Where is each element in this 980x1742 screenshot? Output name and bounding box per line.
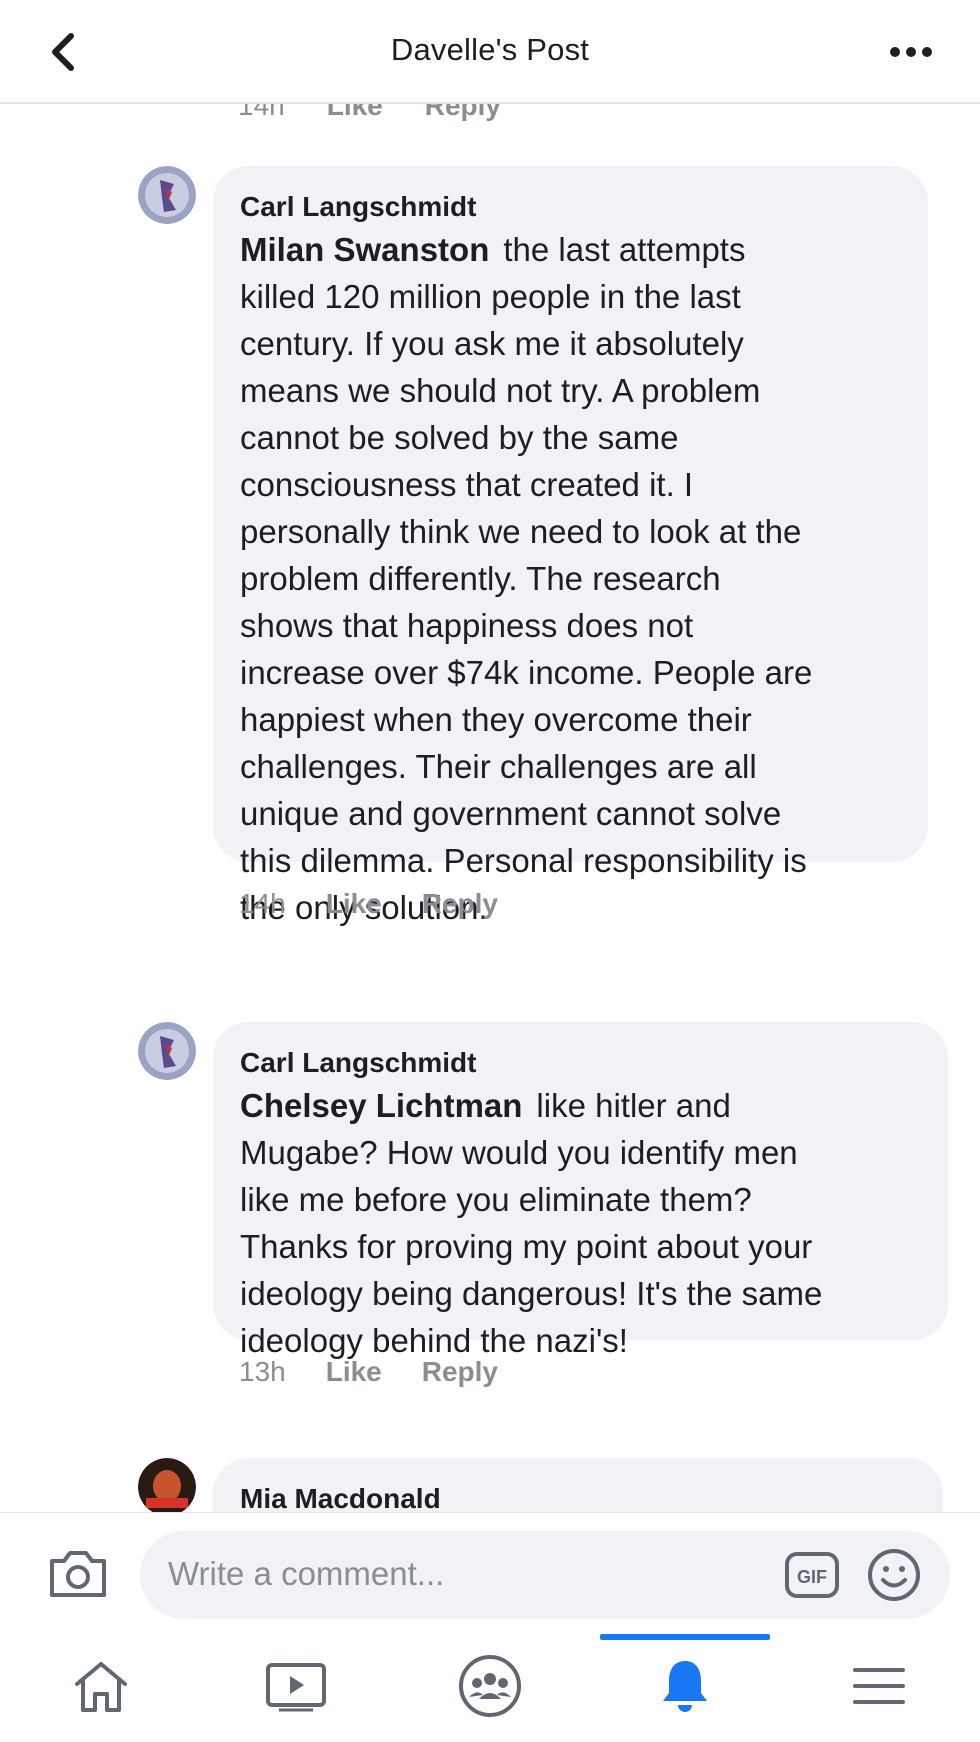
video-play-icon <box>266 1663 326 1712</box>
comment-time: 13h <box>239 1356 286 1387</box>
tab-menu[interactable] <box>794 1630 964 1742</box>
comment-time: 14h <box>239 888 286 919</box>
svg-text:GIF: GIF <box>797 1567 827 1587</box>
tab-groups[interactable] <box>405 1630 575 1742</box>
more-icon <box>890 47 932 57</box>
reply-button[interactable]: Reply <box>422 1356 498 1388</box>
top-bar: Davelle's Post <box>0 0 980 104</box>
reply-button[interactable]: Reply <box>422 888 498 920</box>
bell-icon <box>663 1661 707 1712</box>
comment-time: 14h <box>238 104 285 121</box>
comment-bubble[interactable]: Mia Macdonald <box>213 1458 943 1512</box>
comment-input-placeholder: Write a comment... <box>168 1555 445 1592</box>
avatar[interactable] <box>138 166 196 224</box>
comment-text: Milan Swanston the last attempts killed 1… <box>240 231 813 926</box>
comment-actions: 13h Like Reply <box>239 1356 498 1388</box>
comments-feed[interactable]: 14h Like Reply Carl Langschmidt Milan Sw… <box>0 104 980 1512</box>
camera-button[interactable] <box>46 1547 110 1601</box>
previous-comment-actions: 14h Like Reply <box>238 104 501 122</box>
like-button[interactable]: Like <box>326 888 382 920</box>
groups-icon <box>459 1655 521 1717</box>
mention-link[interactable]: Chelsey Lichtman <box>240 1087 522 1124</box>
comment-actions: 14h Like Reply <box>239 888 498 920</box>
mention-link[interactable]: Milan Swanston <box>240 231 489 268</box>
comment-text: Chelsey Lichtman like hitler and Mugabe? … <box>240 1087 823 1359</box>
reply-button[interactable]: Reply <box>425 104 501 122</box>
avatar[interactable] <box>138 1458 196 1512</box>
comment-input[interactable]: Write a comment... GIF <box>140 1531 950 1619</box>
camera-icon <box>50 1551 106 1597</box>
comment-bubble[interactable]: Carl Langschmidt Milan Swanston the last … <box>213 166 928 926</box>
tab-home[interactable] <box>16 1630 186 1742</box>
hamburger-menu-icon <box>853 1668 905 1704</box>
comment-bubble[interactable]: Carl Langschmidt Chelsey Lichtman like hi… <box>213 1022 948 1359</box>
page-title: Davelle's Post <box>390 32 590 67</box>
home-icon <box>75 1662 127 1712</box>
gif-button[interactable]: GIF <box>784 1551 840 1599</box>
gif-icon: GIF <box>785 1552 839 1598</box>
comment-composer: Write a comment... GIF <box>0 1512 980 1630</box>
tab-watch[interactable] <box>211 1630 381 1742</box>
tab-notifications[interactable] <box>600 1630 770 1742</box>
like-button[interactable]: Like <box>326 1356 382 1388</box>
comment-author[interactable]: Carl Langschmidt <box>240 1044 922 1082</box>
smiley-icon <box>868 1549 920 1601</box>
emoji-button[interactable] <box>866 1547 922 1603</box>
comment-author[interactable]: Mia Macdonald <box>240 1480 917 1512</box>
comment-author[interactable]: Carl Langschmidt <box>240 188 902 226</box>
bottom-navigation <box>0 1630 980 1742</box>
like-button[interactable]: Like <box>327 104 383 122</box>
more-options-button[interactable] <box>876 24 946 80</box>
avatar[interactable] <box>138 1022 196 1080</box>
